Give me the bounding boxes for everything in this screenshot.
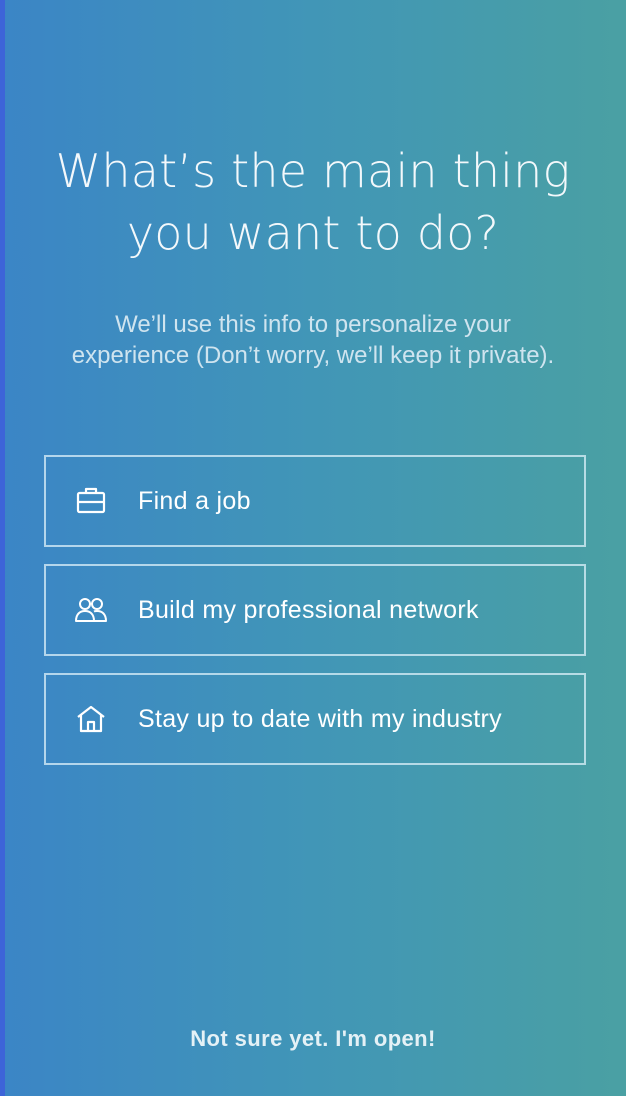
option-build-network[interactable]: Build my professional network [44, 564, 586, 656]
briefcase-icon [72, 482, 110, 520]
option-label: Find a job [138, 486, 251, 515]
people-icon [72, 591, 110, 629]
goal-options-list: Find a job Build my professional network… [44, 455, 586, 782]
not-sure-link[interactable]: Not sure yet. I'm open! [0, 1026, 626, 1052]
home-icon [72, 700, 110, 738]
page-title: What’s the main thing you want to do? [0, 140, 626, 264]
option-label: Build my professional network [138, 595, 479, 624]
title-line-2: you want to do? [126, 206, 500, 260]
option-stay-up-to-date[interactable]: Stay up to date with my industry [44, 673, 586, 765]
title-line-1: What’s the main thing [55, 144, 571, 198]
page-subtitle: We’ll use this info to personalize your … [71, 311, 555, 369]
option-label: Stay up to date with my industry [138, 704, 502, 733]
option-find-a-job[interactable]: Find a job [44, 455, 586, 547]
